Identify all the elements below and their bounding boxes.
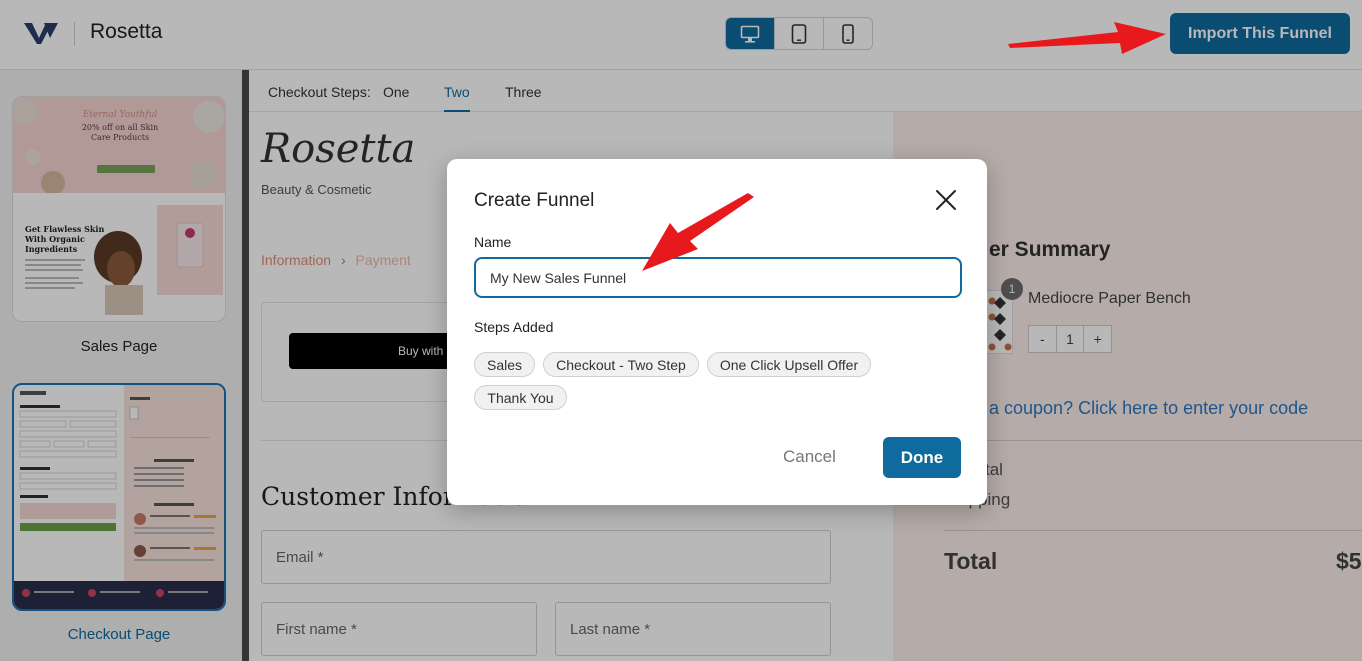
step-chip-checkout: Checkout - Two Step (543, 352, 699, 377)
steps-added-label: Steps Added (474, 319, 554, 335)
done-button[interactable]: Done (883, 437, 961, 478)
step-chip-upsell: One Click Upsell Offer (707, 352, 871, 377)
cancel-button[interactable]: Cancel (783, 447, 836, 467)
annotation-arrow-name (642, 193, 754, 271)
step-chip-thank-you: Thank You (474, 385, 567, 410)
close-icon[interactable] (933, 187, 959, 213)
annotation-arrow-import (1008, 22, 1166, 54)
step-chip-sales: Sales (474, 352, 535, 377)
name-label: Name (474, 234, 512, 250)
dialog-title: Create Funnel (474, 190, 595, 211)
